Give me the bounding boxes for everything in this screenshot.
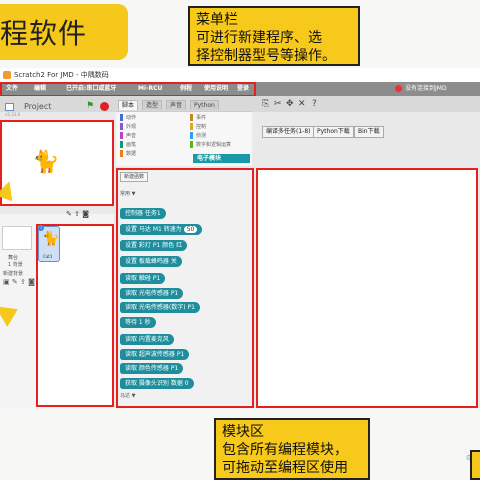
window-titlebar: Scratch2 For JMD - 中隅数码 <box>0 68 480 82</box>
sprite-tools: ✎ ⇪ ◙ <box>66 210 89 218</box>
upload-icon[interactable]: ⇪ <box>74 210 80 218</box>
backdrop-paint-icon[interactable]: ✎ <box>12 278 18 286</box>
category-looks[interactable]: 外观 <box>120 123 136 130</box>
block-set-motor[interactable]: 设置 马达 M1 转速为 50 <box>120 224 203 235</box>
menu-annotation: 菜单栏 可进行新建程序、选 择控制器型号等操作。 <box>188 6 360 66</box>
block-read-touch[interactable]: 读取 触碰 P1 <box>120 273 166 284</box>
stage-header: Project v2.33.6 ⚑ <box>0 100 114 118</box>
fullscreen-icon[interactable] <box>5 103 14 111</box>
block-annotation-line: 可拖动至编程区使用 <box>222 460 348 476</box>
project-version: v2.33.6 <box>5 112 21 117</box>
help-icon[interactable]: ? <box>312 99 317 109</box>
motor-group-label[interactable]: 马达 ▼ <box>120 392 135 399</box>
speed-value[interactable]: 50 <box>183 226 198 233</box>
block-set-led[interactable]: 设置 彩灯 P1 颜色 红 <box>120 240 188 251</box>
stage-label-text: 舞台 <box>8 255 19 261</box>
block-read-photo[interactable]: 读取 光电传感器 P1 <box>120 288 184 299</box>
group-label[interactable]: 常用 ▼ <box>120 190 135 197</box>
status-dot-icon <box>395 85 402 92</box>
stage-label: 舞台 1 背景 <box>8 254 23 268</box>
compile-multitask-button[interactable]: 编译多任务(1-8) <box>262 126 315 138</box>
category-sensing[interactable]: 侦测 <box>190 132 206 139</box>
bin-download-button[interactable]: Bin下载 <box>354 126 384 138</box>
corner-decoration <box>470 450 480 480</box>
info-icon[interactable]: i <box>38 225 44 231</box>
project-name[interactable]: Project <box>24 102 51 111</box>
block-read-ultrasonic[interactable]: 读取 超声波传感器 P1 <box>120 349 190 360</box>
block-read-color[interactable]: 读取 颜色传感器 P1 <box>120 363 184 374</box>
tab-scripts[interactable]: 脚本 <box>118 100 139 110</box>
category-events[interactable]: 事件 <box>190 114 206 121</box>
block-camera[interactable]: 获取 摄像头识别 数据 0 <box>120 378 194 389</box>
copy-icon[interactable]: ⎘ <box>262 99 269 109</box>
python-download-button[interactable]: Python下载 <box>313 126 354 138</box>
menu-annotation-title: 菜单栏 <box>196 12 238 28</box>
tab-costumes[interactable]: 造型 <box>142 100 163 110</box>
window-title: Scratch2 For JMD - 中隅数码 <box>14 71 109 79</box>
category-data[interactable]: 数据 <box>120 150 136 157</box>
delete-icon[interactable]: ✂ <box>274 99 282 109</box>
green-flag-icon[interactable]: ⚑ <box>86 101 94 111</box>
backdrop-camera-icon[interactable]: ◙ <box>28 278 35 286</box>
backdrop-library-icon[interactable]: ▣ <box>3 278 10 286</box>
stage-count-text: 1 背景 <box>8 262 23 268</box>
backdrop-tools: ▣ ✎ ⇪ ◙ <box>3 278 35 286</box>
new-backdrop-label: 新建背景 <box>3 271 24 277</box>
cat-thumb-icon: 🐈 <box>42 231 60 247</box>
script-area[interactable] <box>256 168 478 408</box>
block-controller-task[interactable]: 控制器 任务1 <box>120 208 166 219</box>
category-electronics[interactable]: 电子模块 <box>193 154 250 163</box>
shrink-icon[interactable]: ✕ <box>298 99 306 109</box>
app-icon <box>3 71 11 79</box>
block-read-mic[interactable]: 读取 内置麦克风 <box>120 334 174 345</box>
page-title: 程软件 <box>0 17 88 50</box>
tab-sounds[interactable]: 声音 <box>166 100 187 110</box>
grow-icon[interactable]: ✥ <box>286 99 294 109</box>
category-motion[interactable]: 动作 <box>120 114 136 121</box>
category-operators[interactable]: 数字和逻辑运算 <box>190 141 231 148</box>
sprite-name: Cat1 <box>43 254 53 259</box>
app-window: Scratch2 For JMD - 中隅数码 文件 编辑 已开启:串口或蓝牙 … <box>0 68 480 463</box>
block-annotation: 模块区 包含所有编程模块， 可拖动至编程区使用 <box>214 418 370 480</box>
category-sound[interactable]: 声音 <box>120 132 136 139</box>
block-read-photo-digital[interactable]: 读取 光电传感器(数字) P1 <box>120 302 200 313</box>
connection-status: 没有连接到JMD <box>405 85 447 92</box>
paint-icon[interactable]: ✎ <box>66 210 72 218</box>
stop-icon[interactable] <box>100 102 109 111</box>
stage-thumbnail[interactable] <box>2 226 32 250</box>
block-annotation-title: 模块区 <box>222 424 264 440</box>
block-wait[interactable]: 等待 1 秒 <box>120 317 156 328</box>
cat-sprite-icon[interactable]: 🐈 <box>32 150 59 175</box>
new-function-button[interactable]: 新建函数 <box>120 172 149 182</box>
block-set-buzzer[interactable]: 设置 板载蜂鸣器 关 <box>120 256 182 267</box>
category-control[interactable]: 控制 <box>190 123 206 130</box>
menu-annotation-line: 择控制器型号等操作。 <box>196 48 336 64</box>
backdrop-upload-icon[interactable]: ⇪ <box>20 278 26 286</box>
menu-annotation-line: 可进行新建程序、选 <box>196 30 322 46</box>
menu-highlight-box <box>0 82 256 97</box>
block-annotation-line: 包含所有编程模块， <box>222 442 348 458</box>
category-pen[interactable]: 画笔 <box>120 141 136 148</box>
tab-python[interactable]: Python <box>190 100 219 110</box>
camera-icon[interactable]: ◙ <box>82 210 89 218</box>
